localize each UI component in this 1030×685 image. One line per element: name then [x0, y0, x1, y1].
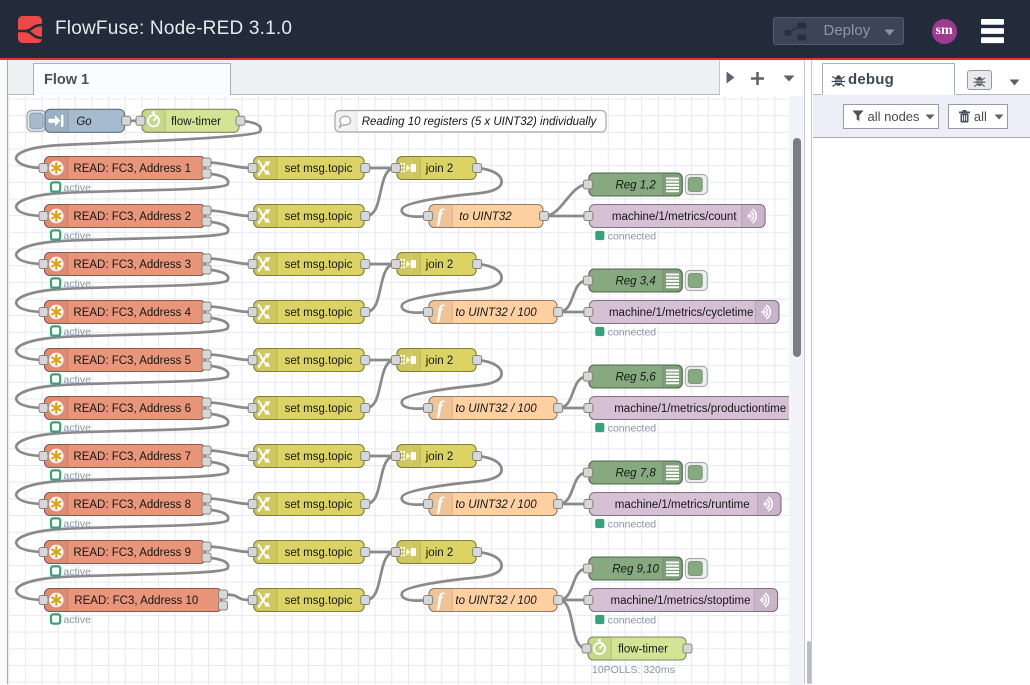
svg-text:Reading 10 registers (5 x UINT: Reading 10 registers (5 x UINT32) indivi… [362, 116, 598, 128]
svg-text:READ: FC3, Address 9: READ: FC3, Address 9 [73, 547, 191, 559]
svg-text:active: active [64, 613, 92, 625]
svg-text:machine/1/metrics/count: machine/1/metrics/count [612, 211, 737, 223]
svg-text:machine/1/metrics/productionti: machine/1/metrics/productiontime [614, 403, 786, 415]
svg-text:active: active [64, 181, 92, 193]
svg-text:connected: connected [608, 518, 657, 530]
svg-text:set msg.topic: set msg.topic [285, 451, 353, 463]
svg-text:active: active [64, 229, 92, 241]
svg-text:machine/1/metrics/stoptime: machine/1/metrics/stoptime [611, 595, 751, 607]
svg-text:READ: FC3, Address 8: READ: FC3, Address 8 [73, 499, 191, 511]
svg-text:Go: Go [76, 115, 92, 127]
svg-text:Reg 5,6: Reg 5,6 [615, 371, 656, 383]
svg-text:10POLLS: 320ms: 10POLLS: 320ms [592, 663, 675, 675]
svg-text:set msg.topic: set msg.topic [285, 355, 353, 367]
svg-text:to UINT32 / 100: to UINT32 / 100 [455, 403, 537, 415]
svg-text:connected: connected [608, 326, 657, 338]
svg-text:READ: FC3, Address 7: READ: FC3, Address 7 [73, 451, 191, 463]
svg-text:set msg.topic: set msg.topic [285, 499, 353, 511]
svg-text:set msg.topic: set msg.topic [285, 211, 353, 223]
svg-text:connected: connected [608, 230, 657, 242]
svg-text:active: active [64, 373, 92, 385]
svg-text:set msg.topic: set msg.topic [285, 307, 353, 319]
svg-text:set msg.topic: set msg.topic [285, 163, 353, 175]
svg-text:set msg.topic: set msg.topic [285, 595, 353, 607]
svg-text:active: active [64, 517, 92, 529]
svg-text:READ: FC3, Address 4: READ: FC3, Address 4 [73, 307, 191, 319]
svg-text:flow-timer: flow-timer [171, 115, 221, 127]
svg-text:active: active [64, 469, 92, 481]
svg-text:active: active [64, 277, 92, 289]
svg-text:join 2: join 2 [425, 259, 454, 271]
svg-text:active: active [64, 565, 92, 577]
svg-text:join 2: join 2 [425, 547, 454, 559]
svg-text:set msg.topic: set msg.topic [285, 403, 353, 415]
svg-text:machine/1/metrics/runtime: machine/1/metrics/runtime [615, 499, 750, 511]
svg-text:join 2: join 2 [425, 451, 454, 463]
svg-text:connected: connected [608, 614, 657, 626]
svg-text:set msg.topic: set msg.topic [285, 547, 353, 559]
svg-text:Reg 3,4: Reg 3,4 [615, 275, 655, 287]
svg-text:READ: FC3, Address 3: READ: FC3, Address 3 [73, 259, 191, 271]
svg-text:READ: FC3, Address 5: READ: FC3, Address 5 [73, 355, 191, 367]
svg-text:active: active [64, 325, 92, 337]
svg-text:Reg 1,2: Reg 1,2 [615, 179, 656, 191]
svg-text:to UINT32 / 100: to UINT32 / 100 [455, 307, 537, 319]
svg-text:active: active [64, 421, 92, 433]
svg-text:READ: FC3, Address 6: READ: FC3, Address 6 [73, 403, 191, 415]
svg-text:to UINT32 / 100: to UINT32 / 100 [455, 499, 537, 511]
svg-text:join 2: join 2 [425, 355, 454, 367]
svg-text:set msg.topic: set msg.topic [285, 259, 353, 271]
svg-text:to UINT32: to UINT32 [459, 211, 512, 223]
svg-text:Reg 9,10: Reg 9,10 [612, 563, 659, 575]
svg-text:flow-timer: flow-timer [618, 643, 668, 655]
svg-text:READ: FC3, Address 10: READ: FC3, Address 10 [74, 595, 198, 607]
svg-text:machine/1/metrics/cycletime: machine/1/metrics/cycletime [609, 307, 753, 319]
svg-text:READ: FC3, Address 1: READ: FC3, Address 1 [73, 163, 191, 175]
svg-text:READ: FC3, Address 2: READ: FC3, Address 2 [73, 211, 191, 223]
svg-text:Reg 7,8: Reg 7,8 [615, 467, 656, 479]
svg-text:connected: connected [608, 422, 657, 434]
svg-text:to UINT32 / 100: to UINT32 / 100 [455, 595, 537, 607]
svg-text:join 2: join 2 [425, 163, 454, 175]
